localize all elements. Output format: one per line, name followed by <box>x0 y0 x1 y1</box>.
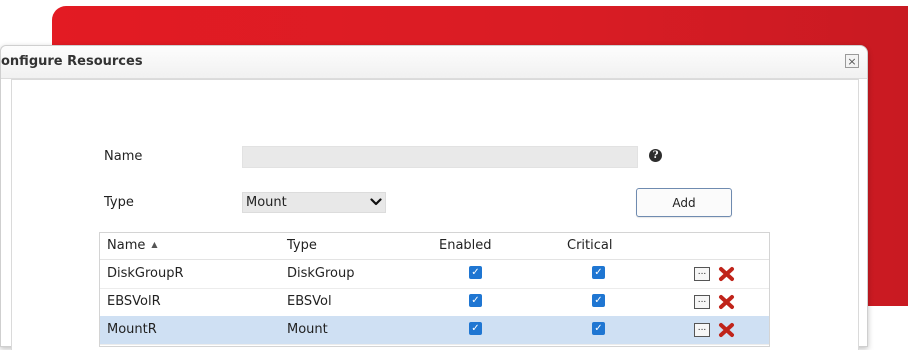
help-icon[interactable]: ? <box>649 149 662 162</box>
sort-ascending-icon: ▲ <box>151 240 158 249</box>
cell-type: EBSVol <box>287 294 332 309</box>
cell-name: DiskGroupR <box>107 266 184 281</box>
delete-x-icon[interactable] <box>718 266 735 282</box>
column-header-name[interactable]: Name ▲ <box>107 238 158 253</box>
column-header-name-label: Name <box>107 238 146 253</box>
type-select-value: Mount <box>246 195 287 210</box>
table-row[interactable]: DiskGroupR DiskGroup ✓ ✓... <box>100 260 769 289</box>
add-button[interactable]: Add <box>636 188 732 217</box>
table-row[interactable]: MountR Mount ✓ ✓... <box>100 316 769 345</box>
ellipsis-button-icon[interactable]: ... <box>694 267 710 281</box>
column-header-enabled[interactable]: Enabled <box>439 238 492 253</box>
name-input[interactable] <box>242 146 638 168</box>
chevron-down-icon <box>370 198 382 206</box>
ellipsis-button-icon[interactable]: ... <box>694 323 710 337</box>
dialog-body: Name ? Type Mount Add Name ▲ Type Enabled… <box>11 79 859 350</box>
delete-x-icon[interactable] <box>718 294 735 310</box>
dialog-title: onfigure Resources <box>1 54 143 69</box>
column-header-type[interactable]: Type <box>287 238 317 253</box>
table-header: Name ▲ Type Enabled Critical <box>100 233 769 260</box>
critical-checkbox[interactable]: ✓ <box>592 322 605 335</box>
close-icon[interactable]: × <box>845 54 859 68</box>
type-label: Type <box>104 195 134 210</box>
cell-name: MountR <box>107 322 157 337</box>
critical-checkbox[interactable]: ✓ <box>592 294 605 307</box>
type-select[interactable]: Mount <box>242 192 386 213</box>
table-row[interactable]: EBSVolR EBSVol ✓ ✓... <box>100 288 769 317</box>
resources-table: Name ▲ Type Enabled Critical DiskGroupR Di… <box>99 232 770 347</box>
dialog-titlebar[interactable]: onfigure Resources × <box>1 46 867 79</box>
ellipsis-button-icon[interactable]: ... <box>694 295 710 309</box>
delete-x-icon[interactable] <box>718 322 735 338</box>
enabled-checkbox[interactable]: ✓ <box>469 322 482 335</box>
configure-resources-dialog: onfigure Resources × Name ? Type Mount A… <box>0 45 868 350</box>
critical-checkbox[interactable]: ✓ <box>592 266 605 279</box>
column-header-critical[interactable]: Critical <box>567 238 612 253</box>
cell-type: Mount <box>287 322 328 337</box>
enabled-checkbox[interactable]: ✓ <box>469 294 482 307</box>
enabled-checkbox[interactable]: ✓ <box>469 266 482 279</box>
name-label: Name <box>104 149 143 164</box>
cell-name: EBSVolR <box>107 294 161 309</box>
cell-type: DiskGroup <box>287 266 355 281</box>
